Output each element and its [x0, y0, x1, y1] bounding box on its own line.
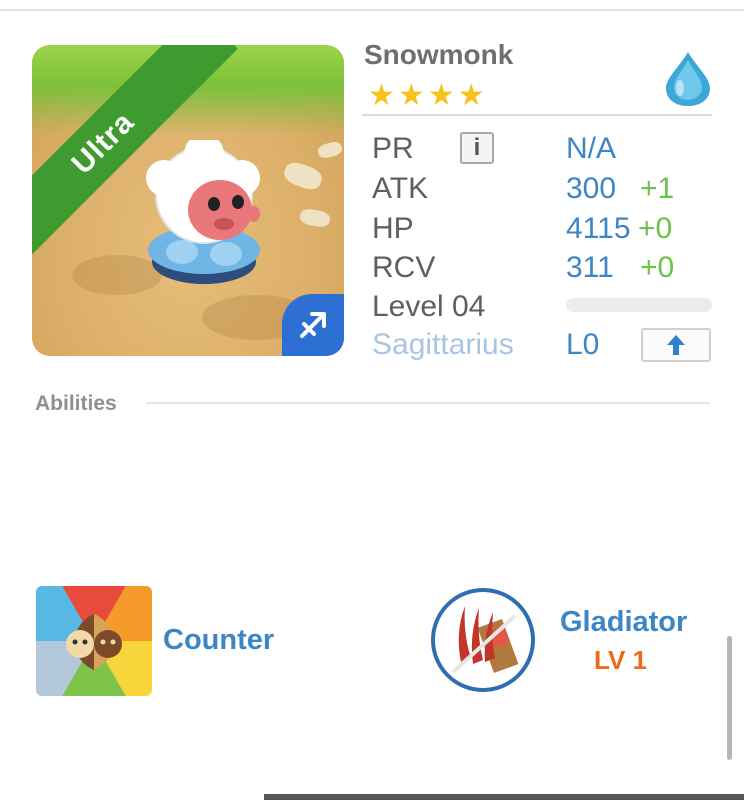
star-icon: ★: [457, 79, 485, 112]
zodiac-label[interactable]: Sagittarius: [372, 328, 514, 362]
monster-name: Snowmonk: [364, 39, 514, 70]
water-drop-icon: [666, 52, 710, 106]
star-rating: ★ ★ ★ ★: [368, 81, 485, 111]
abilities-heading: Abilities: [35, 392, 117, 415]
atk-bonus: +1: [640, 172, 675, 205]
bone-decoration: [298, 207, 332, 229]
upgrade-button[interactable]: [641, 328, 711, 362]
gladiator-level: LV 1: [594, 645, 647, 675]
bottom-bar: [264, 794, 744, 800]
counter-cats-icon: [66, 614, 122, 670]
star-icon: ★: [368, 79, 395, 112]
pr-info-button[interactable]: i: [460, 132, 494, 164]
level-label: Level 04: [372, 290, 486, 323]
atk-label: ATK: [372, 172, 429, 205]
zodiac-badge: [282, 294, 344, 356]
header-divider: [362, 114, 712, 116]
gladiator-claw-icon: [451, 606, 519, 674]
pr-label: PR: [372, 132, 414, 165]
scrollbar[interactable]: [727, 636, 732, 760]
rcv-label: RCV: [372, 251, 436, 284]
hp-bonus: +0: [638, 212, 673, 245]
atk-value: 300: [566, 172, 617, 205]
abilities-divider: [146, 402, 710, 404]
gladiator-ability-name[interactable]: Gladiator: [560, 606, 687, 639]
hp-label: HP: [372, 212, 414, 245]
counter-icon[interactable]: [36, 586, 152, 696]
top-divider: [0, 9, 744, 11]
rcv-value: 311: [566, 251, 614, 284]
sagittarius-icon: [300, 312, 326, 338]
bone-decoration: [281, 159, 325, 193]
star-icon: ★: [397, 79, 425, 112]
level-progress-bar: [566, 298, 712, 312]
info-icon: i: [473, 134, 481, 161]
star-icon: ★: [427, 79, 455, 112]
zodiac-level: L0: [566, 328, 600, 361]
rcv-bonus: +0: [640, 251, 675, 284]
pr-value: N/A: [566, 132, 617, 165]
monster-portrait[interactable]: Ultra: [32, 45, 344, 356]
hp-value: 4115: [566, 212, 631, 245]
bone-decoration: [316, 140, 344, 160]
gladiator-icon[interactable]: [431, 588, 535, 692]
snowmonk-icon: [146, 140, 260, 284]
arrow-up-icon: [667, 335, 685, 355]
counter-ability-name[interactable]: Counter: [163, 624, 274, 657]
